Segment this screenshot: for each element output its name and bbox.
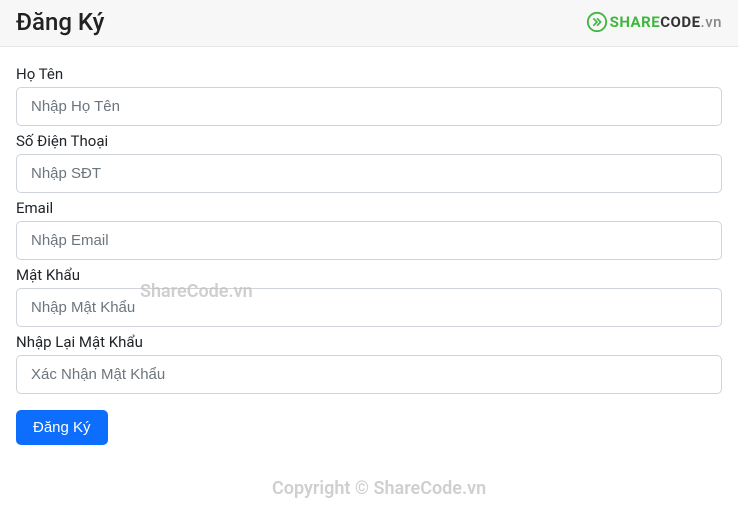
field-fullname: Họ Tên [16,65,722,126]
label-password: Mật Khẩu [16,266,722,284]
input-confirm-password[interactable] [16,355,722,394]
input-email[interactable] [16,221,722,260]
field-password: Mật Khẩu [16,266,722,327]
arrows-cycle-icon [586,11,608,33]
label-phone: Số Điện Thoại [16,132,722,150]
registration-form: Họ Tên Số Điện Thoại Email Mật Khẩu Nhập… [0,47,738,445]
input-password[interactable] [16,288,722,327]
page-title: Đăng Ký [16,8,104,36]
input-fullname[interactable] [16,87,722,126]
submit-button[interactable]: Đăng Ký [16,410,108,445]
brand-logo: SHARECODE.vn [586,11,722,33]
header-bar: Đăng Ký SHARECODE.vn [0,0,738,47]
field-confirm-password: Nhập Lại Mật Khẩu [16,333,722,394]
label-fullname: Họ Tên [16,65,722,83]
input-phone[interactable] [16,154,722,193]
label-email: Email [16,199,722,217]
field-phone: Số Điện Thoại [16,132,722,193]
field-email: Email [16,199,722,260]
brand-text: SHARECODE.vn [610,13,722,31]
watermark-copyright: Copyright © ShareCode.vn [272,478,486,499]
label-confirm-password: Nhập Lại Mật Khẩu [16,333,722,351]
